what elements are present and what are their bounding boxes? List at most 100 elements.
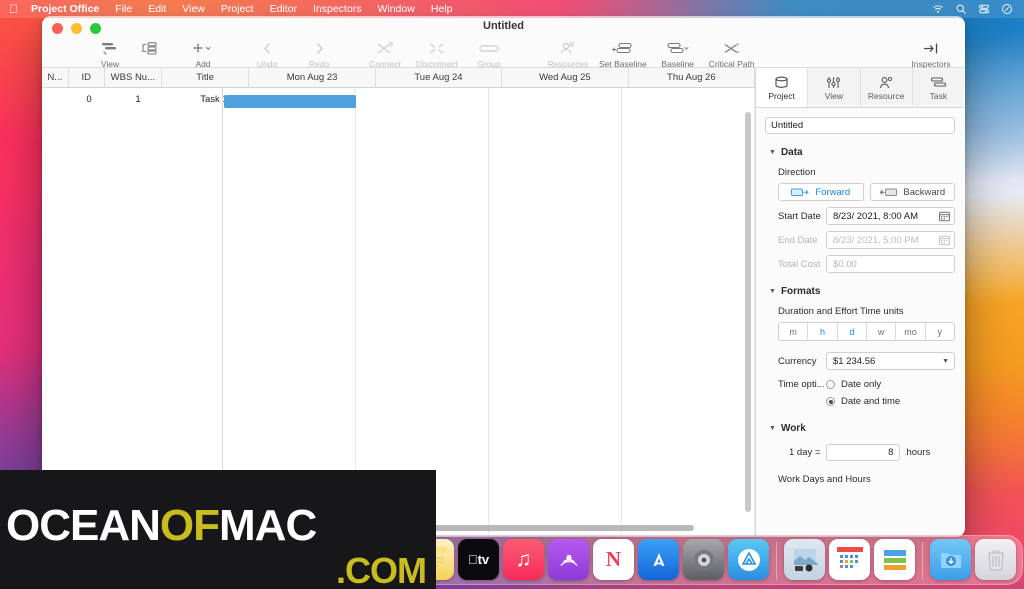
timeline-header-day-1[interactable]: Mon Aug 23 — [249, 68, 376, 87]
grid-header-row: N... ID WBS Nu... Title Mon Aug 23 Tue A… — [42, 68, 756, 88]
calendar-picker-icon-end[interactable] — [939, 235, 950, 246]
toolbar-button-outline-view[interactable] — [136, 39, 165, 59]
radio-date-only[interactable] — [826, 380, 835, 389]
currency-select[interactable]: $1 234.56 ▼ — [826, 352, 955, 370]
start-date-field[interactable]: 8/23/ 2021, 8:00 AM — [826, 207, 955, 225]
dock-item-downloads-folder[interactable] — [930, 539, 971, 580]
dock-item-trash[interactable] — [975, 539, 1016, 580]
direction-forward-button[interactable]: Forward — [778, 183, 864, 201]
project-name-input[interactable]: Untitled — [765, 117, 955, 134]
resource-icon — [878, 75, 895, 90]
direction-backward-button[interactable]: Backward — [869, 183, 955, 201]
section-title-formats: Formats — [780, 286, 821, 297]
dock-item-app-cleaner[interactable] — [728, 539, 769, 580]
dock-item-preview[interactable] — [784, 539, 825, 580]
menu-item-help[interactable]: Help — [423, 3, 461, 15]
end-date-field[interactable]: 8/23/ 2021, 5:00 PM — [826, 231, 955, 249]
siri-icon[interactable] — [1001, 3, 1013, 15]
total-cost-field[interactable]: $0.00 — [826, 255, 955, 273]
unit-minutes[interactable]: m — [779, 323, 809, 340]
project-icon — [773, 75, 790, 90]
inspector-tabs: Project View Resource Task — [756, 68, 964, 108]
apple-logo-icon[interactable]:  — [0, 3, 29, 15]
column-header-number[interactable]: N... — [42, 68, 69, 87]
cell-wbs: 1 — [135, 93, 141, 105]
calendar-picker-icon[interactable] — [939, 211, 950, 222]
currency-label: Currency — [778, 355, 817, 367]
toolbar-button-group[interactable]: Group — [463, 39, 515, 69]
unit-days[interactable]: d — [838, 323, 867, 340]
gantt-pane: N... ID WBS Nu... Title Mon Aug 23 Tue A… — [42, 68, 756, 537]
section-header-work[interactable]: ▼ Work — [769, 423, 955, 434]
dock-item-system-preferences[interactable] — [683, 539, 724, 580]
disconnect-icon — [427, 39, 447, 57]
menu-item-file[interactable]: File — [107, 3, 140, 15]
table-row[interactable]: 0 1 Task 1 — [42, 88, 755, 110]
vertical-scrollbar[interactable] — [745, 112, 751, 536]
tab-resource[interactable]: Resource — [861, 68, 913, 107]
day-equals-label: 1 day = — [789, 447, 821, 458]
timeline-header-day-4[interactable]: Thu Aug 26 — [629, 68, 756, 87]
toolbar-button-baseline[interactable]: Baseline — [652, 39, 704, 69]
toolbar-button-view[interactable]: View — [84, 39, 136, 69]
dock-item-apple-tv[interactable]: tv — [458, 539, 499, 580]
cell-id: 0 — [86, 93, 92, 105]
time-option-date-only[interactable]: Date only — [826, 379, 881, 390]
column-header-wbs[interactable]: WBS Nu... — [105, 68, 162, 87]
toolbar-button-add[interactable]: Add — [177, 39, 229, 69]
toolbar-button-undo[interactable]: Undo — [241, 39, 293, 69]
menu-item-editor[interactable]: Editor — [262, 3, 305, 15]
toolbar-button-inspectors[interactable]: Inspectors — [905, 39, 957, 69]
gantt-task-bar[interactable] — [224, 95, 356, 108]
toolbar-button-disconnect[interactable]: Disconnect — [411, 39, 463, 69]
unit-hours[interactable]: h — [808, 323, 838, 340]
toolbar-button-connect[interactable]: Connect — [359, 39, 411, 69]
column-header-id[interactable]: ID — [69, 68, 105, 87]
tab-view[interactable]: View — [808, 68, 861, 107]
time-units-segmented-control: m h d w mo y — [778, 322, 955, 341]
set-baseline-icon — [611, 39, 635, 57]
hours-unit-label: hours — [906, 447, 931, 458]
dock-item-keynote[interactable] — [874, 539, 915, 580]
column-header-title[interactable]: Title — [162, 68, 250, 87]
tab-label-task: Task — [929, 90, 948, 101]
toolbar-button-redo[interactable]: Redo — [293, 39, 345, 69]
unit-weeks[interactable]: w — [867, 323, 897, 340]
watermark-line-2: .COM — [336, 550, 427, 589]
chevron-down-icon-work: ▼ — [769, 425, 776, 432]
timeline-header-day-3[interactable]: Wed Aug 25 — [502, 68, 629, 87]
menu-item-view[interactable]: View — [174, 3, 213, 15]
unit-years[interactable]: y — [926, 323, 954, 340]
work-days-and-hours-label[interactable]: Work Days and Hours — [778, 474, 955, 485]
dock-item-news[interactable]: N — [593, 539, 634, 580]
dock-item-podcasts[interactable] — [548, 539, 589, 580]
toolbar-button-set-baseline[interactable]: Set Baseline — [594, 39, 652, 69]
toolbar-button-critical-path[interactable]: Critical Path — [704, 39, 760, 69]
window-title: Untitled — [483, 20, 524, 32]
tab-label-project: Project — [768, 90, 795, 101]
dock-item-music[interactable]: ♫ — [503, 539, 544, 580]
menu-item-window[interactable]: Window — [369, 3, 422, 15]
wifi-icon[interactable] — [932, 3, 944, 15]
control-center-icon[interactable] — [978, 3, 990, 15]
tab-project[interactable]: Project — [756, 68, 809, 107]
search-icon[interactable] — [955, 3, 967, 15]
vertical-scrollbar-thumb[interactable] — [745, 112, 751, 512]
section-header-formats[interactable]: ▼ Formats — [769, 286, 955, 297]
timeline-header-day-2[interactable]: Tue Aug 24 — [376, 68, 503, 87]
menu-item-inspectors[interactable]: Inspectors — [305, 3, 369, 15]
menu-item-project[interactable]: Project — [213, 3, 262, 15]
menu-item-app-name[interactable]: Project Office — [29, 3, 107, 15]
time-option-date-and-time[interactable]: Date and time — [826, 396, 900, 407]
toolbar-button-resources[interactable]: Resources — [542, 39, 594, 69]
dock-item-calendar[interactable] — [829, 539, 870, 580]
tab-task[interactable]: Task — [913, 68, 964, 107]
hours-per-day-input[interactable]: 8 — [826, 444, 901, 461]
chevron-right-icon — [313, 39, 326, 57]
radio-date-and-time[interactable] — [826, 397, 835, 406]
dock-item-app-store[interactable] — [638, 539, 679, 580]
menu-item-edit[interactable]: Edit — [140, 3, 174, 15]
total-cost-row: Total Cost $0.00 — [778, 255, 955, 273]
section-header-data[interactable]: ▼ Data — [769, 147, 955, 158]
unit-months[interactable]: mo — [896, 323, 926, 340]
